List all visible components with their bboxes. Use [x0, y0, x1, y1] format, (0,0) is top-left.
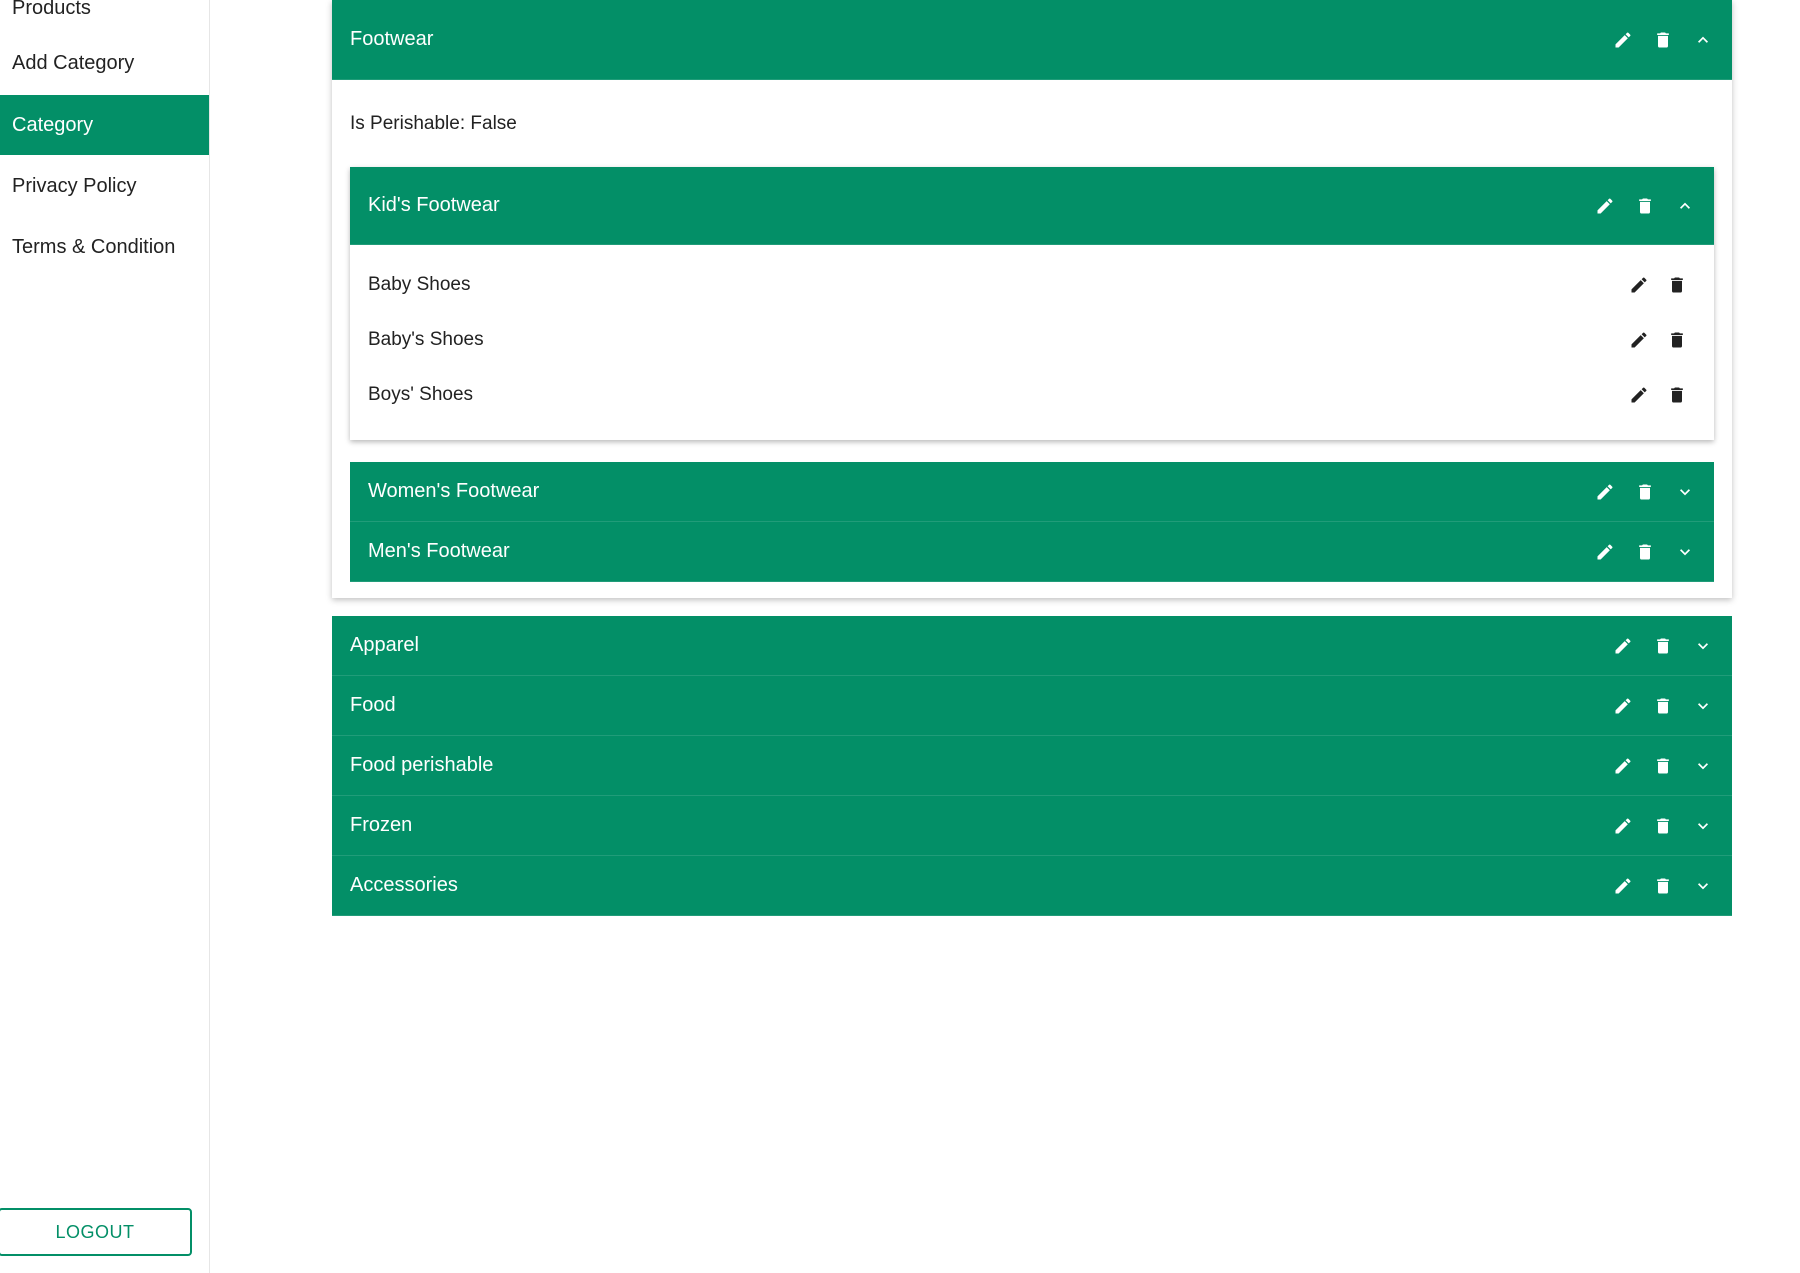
chevron-down-icon[interactable] [1692, 755, 1714, 777]
category-header-frozen[interactable]: Frozen [332, 796, 1732, 856]
trash-icon[interactable] [1666, 329, 1688, 351]
chevron-up-icon[interactable] [1674, 195, 1696, 217]
child-category-name: Boys' Shoes [368, 383, 474, 405]
chevron-down-icon[interactable] [1692, 875, 1714, 897]
pencil-icon[interactable] [1628, 329, 1650, 351]
pencil-icon[interactable] [1628, 274, 1650, 296]
pencil-icon[interactable] [1628, 384, 1650, 406]
chevron-down-icon[interactable] [1692, 815, 1714, 837]
pencil-icon[interactable] [1612, 635, 1634, 657]
trash-icon[interactable] [1634, 541, 1656, 563]
pencil-icon[interactable] [1594, 481, 1616, 503]
chevron-down-icon[interactable] [1674, 481, 1696, 503]
category-header-apparel[interactable]: Apparel [332, 616, 1732, 676]
child-category-name: Baby's Shoes [368, 328, 484, 350]
sidebar-item-category[interactable]: Category [0, 95, 209, 155]
pencil-icon[interactable] [1612, 695, 1634, 717]
pencil-icon[interactable] [1612, 815, 1634, 837]
sidebar-item-label: Terms & Condition [12, 235, 176, 258]
trash-icon[interactable] [1666, 274, 1688, 296]
subcategory-name: Men's Footwear [368, 540, 510, 562]
category-name: Food perishable [350, 754, 494, 776]
trash-icon[interactable] [1652, 29, 1674, 51]
sidebar-item-label: Privacy Policy [12, 174, 137, 197]
trash-icon[interactable] [1666, 384, 1688, 406]
list-item: Boys' Shoes [350, 367, 1714, 422]
child-category-name: Baby Shoes [368, 273, 471, 295]
subcategory-header-kids-footwear[interactable]: Kid's Footwear [350, 167, 1714, 245]
category-name: Accessories [350, 874, 458, 896]
logout-button[interactable]: LOGOUT [0, 1208, 192, 1256]
pencil-icon[interactable] [1594, 541, 1616, 563]
sidebar-item-privacy-policy[interactable]: Privacy Policy [0, 156, 209, 216]
category-header-footwear[interactable]: Footwear [332, 0, 1732, 80]
category-name: Footwear [350, 28, 434, 50]
trash-icon[interactable] [1634, 481, 1656, 503]
subcategory-name: Kid's Footwear [368, 194, 500, 216]
pencil-icon[interactable] [1612, 29, 1634, 51]
category-header-food[interactable]: Food [332, 676, 1732, 736]
subcategory-panel-kids-footwear: Kid's Footwear Baby Shoes Baby's Shoes B… [350, 167, 1714, 440]
subcategory-list: Kid's Footwear Baby Shoes Baby's Shoes B… [332, 167, 1732, 598]
sidebar: Products Add Category Category Privacy P… [0, 0, 210, 1273]
sidebar-item-terms-condition[interactable]: Terms & Condition [0, 217, 209, 277]
trash-icon[interactable] [1634, 195, 1656, 217]
chevron-down-icon[interactable] [1692, 635, 1714, 657]
chevron-down-icon[interactable] [1692, 695, 1714, 717]
chevron-down-icon[interactable] [1674, 541, 1696, 563]
subcategory-header-womens-footwear[interactable]: Women's Footwear [350, 462, 1714, 522]
chevron-up-icon[interactable] [1692, 29, 1714, 51]
category-name: Food [350, 694, 396, 716]
sidebar-item-add-category[interactable]: Add Category [0, 33, 209, 93]
list-item: Baby's Shoes [350, 312, 1714, 367]
collapsed-category-group: Apparel Food Food perishable Frozen Acce… [332, 616, 1732, 916]
trash-icon[interactable] [1652, 755, 1674, 777]
perishable-status: Is Perishable: False [350, 112, 517, 134]
pencil-icon[interactable] [1612, 755, 1634, 777]
category-header-accessories[interactable]: Accessories [332, 856, 1732, 916]
sidebar-item-label: Add Category [12, 51, 135, 74]
trash-icon[interactable] [1652, 815, 1674, 837]
list-item: Baby Shoes [350, 257, 1714, 312]
subcategory-name: Women's Footwear [368, 480, 540, 502]
child-category-list: Baby Shoes Baby's Shoes Boys' Shoes [350, 245, 1714, 440]
category-list: Footwear Is Perishable: False Kid's Foot… [332, 0, 1732, 916]
category-name: Frozen [350, 814, 413, 836]
category-header-food-perishable[interactable]: Food perishable [332, 736, 1732, 796]
trash-icon[interactable] [1652, 875, 1674, 897]
pencil-icon[interactable] [1612, 875, 1634, 897]
sidebar-item-label: Category [12, 113, 94, 136]
sidebar-item-label: Products [12, 0, 91, 19]
category-panel-footwear: Footwear Is Perishable: False Kid's Foot… [332, 0, 1732, 598]
trash-icon[interactable] [1652, 695, 1674, 717]
pencil-icon[interactable] [1594, 195, 1616, 217]
category-name: Apparel [350, 634, 419, 656]
subcategory-header-mens-footwear[interactable]: Men's Footwear [350, 522, 1714, 582]
trash-icon[interactable] [1652, 635, 1674, 657]
